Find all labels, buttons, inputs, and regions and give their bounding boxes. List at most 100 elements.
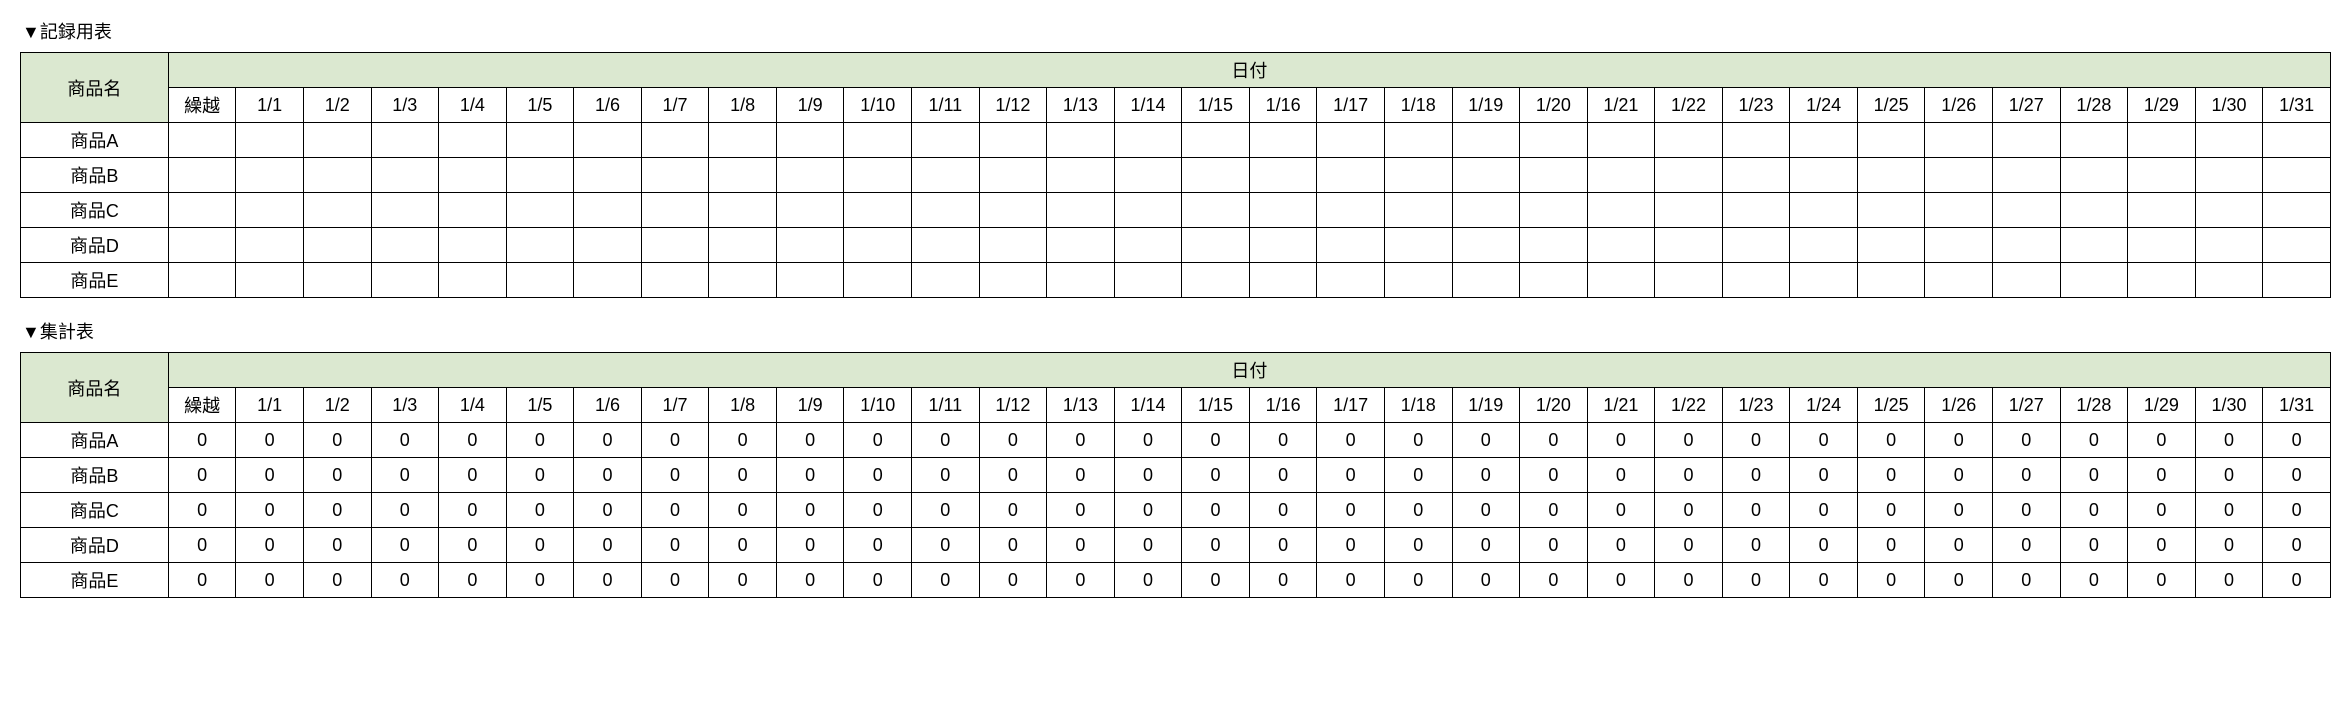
data-cell[interactable] xyxy=(1047,158,1115,193)
data-cell[interactable] xyxy=(236,158,304,193)
data-cell[interactable] xyxy=(1993,123,2061,158)
data-cell[interactable] xyxy=(1993,158,2061,193)
data-cell[interactable] xyxy=(641,123,709,158)
data-cell[interactable] xyxy=(303,228,371,263)
data-cell[interactable] xyxy=(1587,123,1655,158)
data-cell[interactable] xyxy=(168,263,236,298)
data-cell[interactable] xyxy=(1925,263,1993,298)
data-cell[interactable] xyxy=(2195,228,2263,263)
data-cell[interactable] xyxy=(641,193,709,228)
data-cell[interactable] xyxy=(1249,263,1317,298)
data-cell[interactable] xyxy=(1520,158,1588,193)
data-cell[interactable] xyxy=(1114,228,1182,263)
data-cell[interactable] xyxy=(1249,228,1317,263)
data-cell[interactable] xyxy=(2263,158,2331,193)
data-cell[interactable] xyxy=(1587,193,1655,228)
data-cell[interactable] xyxy=(2060,123,2128,158)
data-cell[interactable] xyxy=(709,193,777,228)
data-cell[interactable] xyxy=(168,158,236,193)
data-cell[interactable] xyxy=(371,263,439,298)
data-cell[interactable] xyxy=(303,158,371,193)
data-cell[interactable] xyxy=(979,158,1047,193)
data-cell[interactable] xyxy=(506,263,574,298)
data-cell[interactable] xyxy=(439,158,507,193)
data-cell[interactable] xyxy=(236,228,304,263)
data-cell[interactable] xyxy=(2195,158,2263,193)
data-cell[interactable] xyxy=(1114,263,1182,298)
data-cell[interactable] xyxy=(776,158,844,193)
data-cell[interactable] xyxy=(371,123,439,158)
data-cell[interactable] xyxy=(1790,263,1858,298)
data-cell[interactable] xyxy=(1790,123,1858,158)
data-cell[interactable] xyxy=(439,123,507,158)
data-cell[interactable] xyxy=(1452,123,1520,158)
data-cell[interactable] xyxy=(1722,263,1790,298)
data-cell[interactable] xyxy=(844,123,912,158)
data-cell[interactable] xyxy=(2195,123,2263,158)
data-cell[interactable] xyxy=(2263,123,2331,158)
data-cell[interactable] xyxy=(1993,263,2061,298)
data-cell[interactable] xyxy=(709,263,777,298)
data-cell[interactable] xyxy=(1317,263,1385,298)
data-cell[interactable] xyxy=(641,228,709,263)
data-cell[interactable] xyxy=(2128,193,2196,228)
data-cell[interactable] xyxy=(574,263,642,298)
data-cell[interactable] xyxy=(641,263,709,298)
data-cell[interactable] xyxy=(1520,123,1588,158)
data-cell[interactable] xyxy=(1384,193,1452,228)
data-cell[interactable] xyxy=(1114,193,1182,228)
data-cell[interactable] xyxy=(1993,228,2061,263)
data-cell[interactable] xyxy=(1182,123,1250,158)
data-cell[interactable] xyxy=(1655,193,1723,228)
data-cell[interactable] xyxy=(236,263,304,298)
data-cell[interactable] xyxy=(2263,228,2331,263)
data-cell[interactable] xyxy=(303,263,371,298)
data-cell[interactable] xyxy=(1182,263,1250,298)
data-cell[interactable] xyxy=(168,228,236,263)
data-cell[interactable] xyxy=(2263,263,2331,298)
data-cell[interactable] xyxy=(1993,193,2061,228)
data-cell[interactable] xyxy=(844,263,912,298)
data-cell[interactable] xyxy=(1520,228,1588,263)
data-cell[interactable] xyxy=(1182,158,1250,193)
data-cell[interactable] xyxy=(2263,193,2331,228)
data-cell[interactable] xyxy=(1587,263,1655,298)
data-cell[interactable] xyxy=(1722,158,1790,193)
data-cell[interactable] xyxy=(236,123,304,158)
data-cell[interactable] xyxy=(1317,228,1385,263)
data-cell[interactable] xyxy=(1857,263,1925,298)
data-cell[interactable] xyxy=(1722,193,1790,228)
data-cell[interactable] xyxy=(844,158,912,193)
data-cell[interactable] xyxy=(1655,123,1723,158)
data-cell[interactable] xyxy=(1249,193,1317,228)
data-cell[interactable] xyxy=(439,193,507,228)
data-cell[interactable] xyxy=(574,228,642,263)
data-cell[interactable] xyxy=(912,228,980,263)
data-cell[interactable] xyxy=(709,123,777,158)
data-cell[interactable] xyxy=(574,158,642,193)
data-cell[interactable] xyxy=(2128,228,2196,263)
data-cell[interactable] xyxy=(912,158,980,193)
data-cell[interactable] xyxy=(1047,228,1115,263)
data-cell[interactable] xyxy=(1520,193,1588,228)
data-cell[interactable] xyxy=(1857,228,1925,263)
data-cell[interactable] xyxy=(1317,123,1385,158)
data-cell[interactable] xyxy=(776,228,844,263)
data-cell[interactable] xyxy=(1925,193,1993,228)
data-cell[interactable] xyxy=(1655,263,1723,298)
data-cell[interactable] xyxy=(1114,123,1182,158)
data-cell[interactable] xyxy=(641,158,709,193)
data-cell[interactable] xyxy=(1587,158,1655,193)
data-cell[interactable] xyxy=(1857,193,1925,228)
data-cell[interactable] xyxy=(1925,228,1993,263)
data-cell[interactable] xyxy=(2060,158,2128,193)
data-cell[interactable] xyxy=(303,193,371,228)
data-cell[interactable] xyxy=(979,263,1047,298)
data-cell[interactable] xyxy=(506,193,574,228)
data-cell[interactable] xyxy=(1384,228,1452,263)
data-cell[interactable] xyxy=(709,228,777,263)
data-cell[interactable] xyxy=(506,123,574,158)
data-cell[interactable] xyxy=(1655,158,1723,193)
data-cell[interactable] xyxy=(1452,263,1520,298)
data-cell[interactable] xyxy=(979,193,1047,228)
